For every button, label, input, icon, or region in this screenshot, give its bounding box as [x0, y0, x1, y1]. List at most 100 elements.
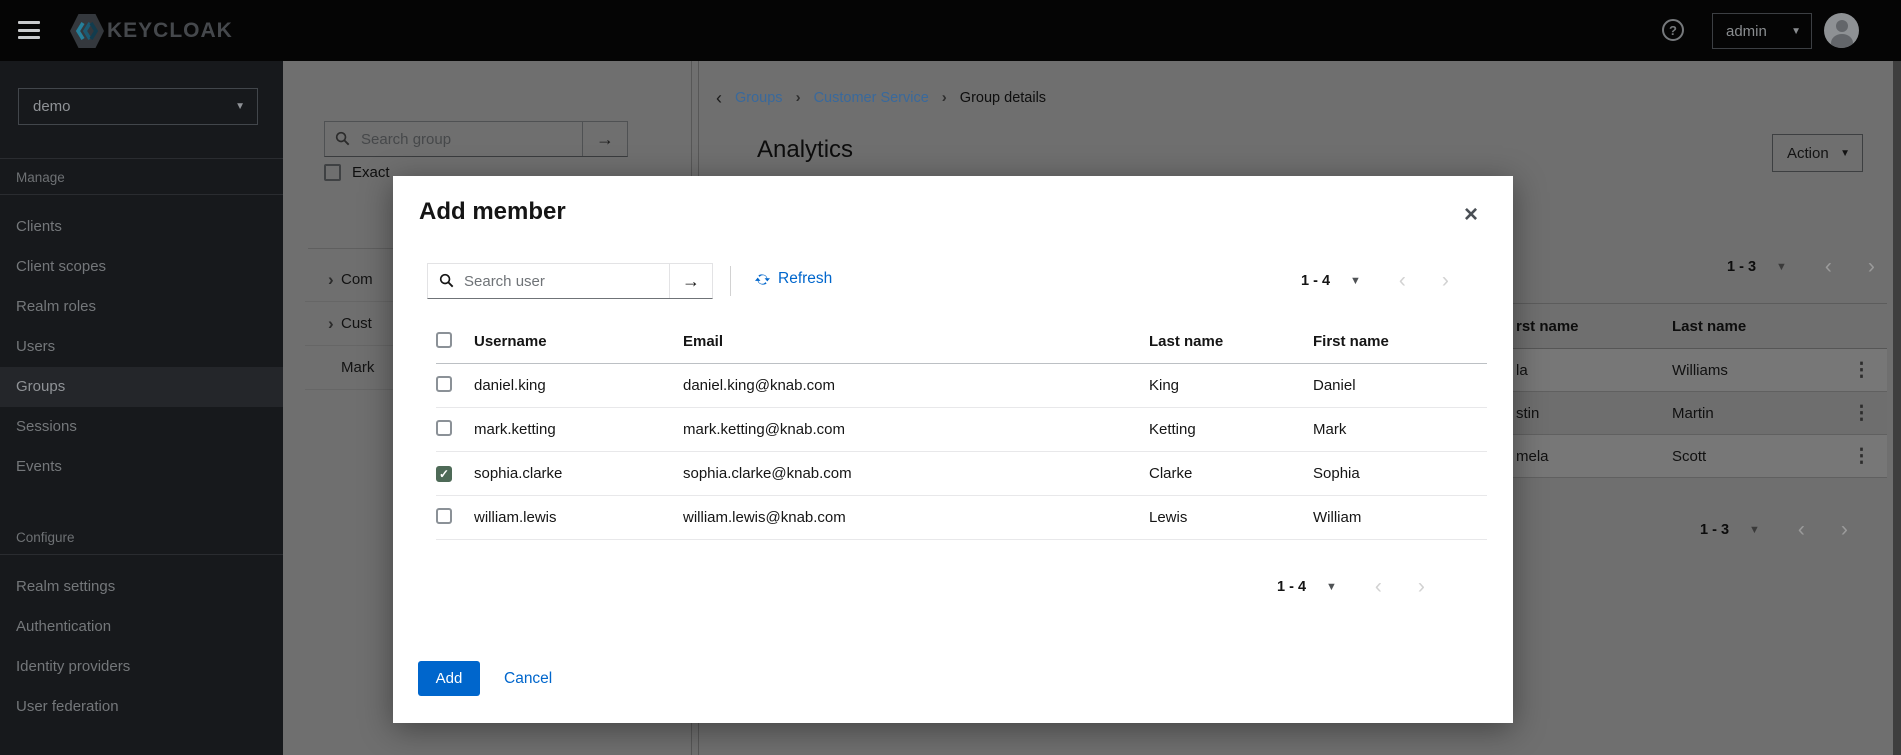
- exact-search-option: Exact: [324, 164, 390, 181]
- sidebar-item-clients[interactable]: Clients: [0, 207, 283, 247]
- caret-down-icon[interactable]: ▼: [1749, 524, 1760, 536]
- scrollbar[interactable]: [1893, 61, 1901, 755]
- sidebar-nav: Manage ClientsClient scopesRealm rolesUs…: [0, 158, 283, 727]
- first-name-cell: Mark: [1313, 421, 1487, 438]
- realm-selector-dropdown[interactable]: demo ▼: [18, 88, 258, 125]
- table-row: william.lewis william.lewis@knab.com Lew…: [436, 496, 1487, 540]
- sidebar-item-authentication[interactable]: Authentication: [0, 607, 283, 647]
- members-pagination-top: 1 - 3 ▼ ‹ ›: [1727, 254, 1875, 280]
- nav-section-label: Configure: [0, 519, 283, 555]
- sidebar-item-users[interactable]: Users: [0, 327, 283, 367]
- pagination-range: 1 - 4: [1301, 273, 1330, 289]
- group-tree-item-label: Mark: [336, 359, 374, 376]
- breadcrumb: ‹ Groups › Customer Service › Group deta…: [716, 90, 1046, 106]
- chevron-right-icon[interactable]: ›: [1442, 271, 1449, 291]
- exact-search-checkbox[interactable]: [324, 164, 341, 181]
- last-name-cell: Martin: [1672, 405, 1850, 422]
- last-name-header: Last name: [1149, 333, 1313, 350]
- row-checkbox[interactable]: [436, 508, 452, 524]
- chevron-right-icon[interactable]: ›: [1841, 520, 1848, 540]
- pagination-range: 1 - 3: [1700, 522, 1729, 538]
- table-header-row: Username Email Last name First name: [436, 320, 1487, 364]
- first-name-header-fragment: rst name: [1500, 318, 1672, 335]
- refresh-label: Refresh: [778, 270, 832, 288]
- email-cell: william.lewis@knab.com: [683, 509, 1149, 526]
- row-checkbox[interactable]: [436, 420, 452, 436]
- chevron-left-icon[interactable]: ‹: [1798, 520, 1805, 540]
- kebab-menu-icon[interactable]: ⋮: [1850, 359, 1887, 382]
- group-tree-item-label: Cust: [336, 315, 372, 332]
- chevron-right-icon[interactable]: ›: [1418, 577, 1425, 597]
- members-table: rst name Last name la Williams ⋮ stin Ma…: [1500, 303, 1887, 478]
- username-cell: mark.ketting: [474, 421, 683, 438]
- modal-title: Add member: [419, 198, 566, 226]
- members-pagination-bottom: 1 - 3 ▼ ‹ ›: [1700, 517, 1848, 543]
- sidebar-item-realm-roles[interactable]: Realm roles: [0, 287, 283, 327]
- close-icon[interactable]: ×: [1456, 200, 1486, 230]
- last-name-cell: Williams: [1672, 362, 1850, 379]
- chevron-right-icon: ›: [796, 91, 801, 105]
- sidebar: demo ▼ Manage ClientsClient scopesRealm …: [0, 61, 283, 755]
- brand-logo: KEYCLOAK: [70, 12, 233, 49]
- breadcrumb-link-groups[interactable]: Groups: [735, 90, 783, 106]
- chevron-left-icon[interactable]: ‹: [1375, 577, 1382, 597]
- user-search-input-group: →: [427, 263, 713, 299]
- chevron-right-icon[interactable]: ›: [305, 314, 336, 334]
- sidebar-item-user-federation[interactable]: User federation: [0, 687, 283, 727]
- table-row: daniel.king daniel.king@knab.com King Da…: [436, 364, 1487, 408]
- table-row: ✓ sophia.clarke sophia.clarke@knab.com C…: [436, 452, 1487, 496]
- email-cell: sophia.clarke@knab.com: [683, 465, 1149, 482]
- chevron-left-icon[interactable]: ‹: [1399, 271, 1406, 291]
- row-checkbox[interactable]: ✓: [436, 466, 452, 482]
- username-cell: sophia.clarke: [474, 465, 683, 482]
- username-header: Username: [474, 333, 683, 350]
- sidebar-item-sessions[interactable]: Sessions: [0, 407, 283, 447]
- breadcrumb-back-icon[interactable]: ‹: [716, 91, 722, 105]
- page-title: Analytics: [757, 136, 853, 164]
- group-search-input[interactable]: [325, 122, 582, 156]
- cancel-button[interactable]: Cancel: [504, 661, 552, 696]
- brand-wordmark: KEYCLOAK: [107, 19, 233, 43]
- hamburger-menu-icon[interactable]: [18, 21, 40, 39]
- action-button-label: Action: [1787, 145, 1829, 162]
- caret-down-icon[interactable]: ▼: [1350, 275, 1361, 287]
- kebab-menu-icon[interactable]: ⋮: [1850, 445, 1887, 468]
- username-cell: william.lewis: [474, 509, 683, 526]
- sidebar-item-identity-providers[interactable]: Identity providers: [0, 647, 283, 687]
- last-name-cell: Lewis: [1149, 509, 1313, 526]
- last-name-header: Last name: [1672, 318, 1850, 335]
- group-search-input-group: →: [324, 121, 628, 157]
- help-icon[interactable]: ?: [1662, 19, 1684, 41]
- select-all-checkbox[interactable]: [436, 332, 452, 348]
- avatar[interactable]: [1824, 13, 1859, 48]
- sidebar-item-client-scopes[interactable]: Client scopes: [0, 247, 283, 287]
- sidebar-item-groups[interactable]: Groups: [0, 367, 283, 407]
- email-cell: daniel.king@knab.com: [683, 377, 1149, 394]
- search-submit-arrow-icon[interactable]: →: [582, 122, 627, 156]
- breadcrumb-link-customer-service[interactable]: Customer Service: [814, 90, 929, 106]
- table-row: mela Scott ⋮: [1500, 435, 1887, 478]
- search-icon: [335, 131, 350, 151]
- table-row: mark.ketting mark.ketting@knab.com Ketti…: [436, 408, 1487, 452]
- first-name-cell-fragment: stin: [1500, 405, 1672, 422]
- caret-down-icon: ▼: [1791, 26, 1801, 37]
- chevron-right-icon[interactable]: ›: [1868, 257, 1875, 277]
- sidebar-item-realm-settings[interactable]: Realm settings: [0, 567, 283, 607]
- add-button[interactable]: Add: [418, 661, 480, 696]
- action-dropdown-button[interactable]: Action ▼: [1772, 134, 1863, 172]
- user-search-input[interactable]: [428, 264, 669, 298]
- chevron-right-icon[interactable]: ›: [305, 270, 336, 290]
- caret-down-icon: ▼: [235, 101, 245, 112]
- refresh-button[interactable]: Refresh: [755, 270, 832, 288]
- chevron-left-icon[interactable]: ‹: [1825, 257, 1832, 277]
- user-pagination-top: 1 - 4 ▼ ‹ ›: [1301, 268, 1449, 294]
- kebab-menu-icon[interactable]: ⋮: [1850, 402, 1887, 425]
- first-name-header: First name: [1313, 333, 1487, 350]
- search-submit-arrow-icon[interactable]: →: [669, 264, 712, 298]
- user-menu-dropdown[interactable]: admin ▼: [1712, 13, 1812, 49]
- caret-down-icon[interactable]: ▼: [1326, 581, 1337, 593]
- caret-down-icon[interactable]: ▼: [1776, 261, 1787, 273]
- realm-selector-label: demo: [33, 98, 71, 115]
- row-checkbox[interactable]: [436, 376, 452, 392]
- sidebar-item-events[interactable]: Events: [0, 447, 283, 487]
